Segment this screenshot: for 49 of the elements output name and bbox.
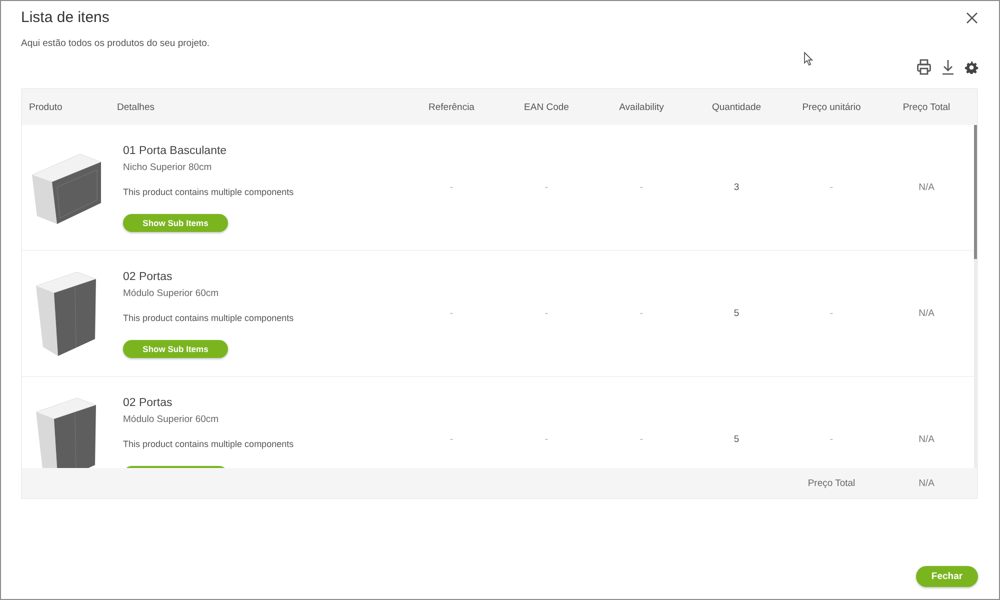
product-description: Módulo Superior 60cm bbox=[123, 414, 219, 426]
table-cell: 3 bbox=[734, 182, 740, 193]
settings-icon[interactable] bbox=[965, 60, 978, 74]
column-header: Availability bbox=[619, 102, 664, 112]
table-cell: N/A bbox=[918, 434, 934, 445]
column-header: Quantidade bbox=[712, 102, 762, 112]
table-cell: - bbox=[830, 182, 834, 193]
product-description: Nicho Superior 80cm bbox=[123, 162, 212, 174]
column-header: Produto bbox=[28, 102, 62, 112]
table-cell: - bbox=[640, 182, 644, 193]
table-cell: 5 bbox=[734, 434, 740, 445]
scrollbar-thumb[interactable] bbox=[974, 125, 977, 259]
column-header: Referência bbox=[428, 102, 474, 112]
total-value: N/A bbox=[918, 478, 934, 488]
product-note: This product contains multiple components bbox=[123, 438, 294, 450]
table-cell: - bbox=[830, 434, 834, 445]
table-cell: - bbox=[830, 308, 834, 319]
close-icon[interactable] bbox=[966, 12, 978, 24]
product-note: This product contains multiple components bbox=[123, 312, 294, 324]
column-header: Detalhes bbox=[116, 102, 154, 112]
table-cell: - bbox=[544, 434, 548, 445]
table-cell: N/A bbox=[918, 182, 934, 193]
table-cell: - bbox=[450, 308, 454, 319]
show-sub-items-button[interactable]: Show Sub Items bbox=[123, 214, 228, 232]
table-cell: - bbox=[640, 434, 644, 445]
show-sub-items-button[interactable]: Show Sub Items bbox=[123, 340, 228, 358]
table-cell: - bbox=[544, 308, 548, 319]
total-label: Preço Total bbox=[808, 478, 856, 488]
scrollbar-track[interactable] bbox=[974, 125, 977, 468]
mouse-cursor-icon bbox=[804, 52, 813, 66]
table-cell: N/A bbox=[918, 308, 934, 319]
table-cell: - bbox=[450, 182, 454, 193]
column-header: EAN Code bbox=[524, 102, 569, 112]
download-icon[interactable] bbox=[942, 59, 954, 75]
table-cell: - bbox=[640, 308, 644, 319]
column-header: Preço Total bbox=[902, 102, 950, 112]
product-name: 02 Portas bbox=[123, 396, 172, 411]
table-cell: - bbox=[544, 182, 548, 193]
dialog-subtitle: Aqui estão todos os produtos do seu projeto. bbox=[21, 38, 210, 50]
product-description: Módulo Superior 60cm bbox=[123, 288, 219, 300]
print-icon[interactable] bbox=[917, 59, 931, 75]
column-header: Preço unitário bbox=[802, 102, 861, 112]
product-name: 02 Portas bbox=[123, 270, 172, 285]
close-button[interactable]: Fechar bbox=[916, 566, 978, 587]
dialog-title: Lista de itens bbox=[21, 9, 110, 27]
product-note: This product contains multiple components bbox=[123, 186, 294, 198]
product-name: 01 Porta Basculante bbox=[123, 144, 227, 159]
table-cell: - bbox=[450, 434, 454, 445]
table-cell: 5 bbox=[734, 308, 740, 319]
